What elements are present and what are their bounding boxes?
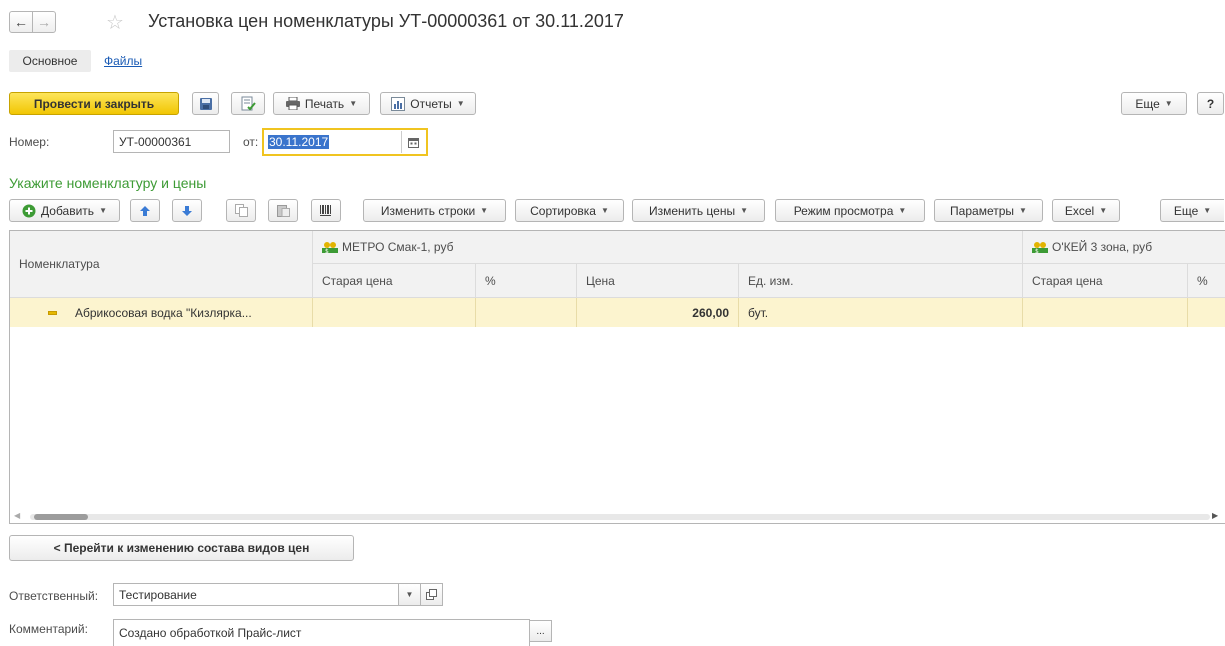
column-header-percent[interactable]: % — [1188, 264, 1225, 298]
calendar-icon[interactable] — [401, 131, 425, 153]
barcode-button[interactable] — [311, 199, 341, 222]
column-header-unit[interactable]: Ед. изм. — [739, 264, 1023, 298]
forward-button[interactable]: → — [32, 11, 56, 33]
dropdown-icon: ▼ — [1019, 206, 1027, 215]
save-icon — [199, 97, 212, 110]
tab-main[interactable]: Основное — [9, 50, 91, 72]
responsible-dropdown-button[interactable]: ▼ — [398, 583, 421, 606]
view-mode-button[interactable]: Режим просмотра ▼ — [775, 199, 925, 222]
add-button[interactable]: Добавить ▼ — [9, 199, 120, 222]
dropdown-icon: ▼ — [349, 99, 358, 108]
price-type-icon: $ — [322, 242, 338, 254]
comment-edit-button[interactable]: ... — [529, 620, 552, 642]
svg-text:$: $ — [1035, 248, 1039, 254]
dropdown-icon: ▼ — [480, 206, 489, 215]
cell-percent[interactable] — [476, 298, 577, 327]
move-down-icon — [182, 205, 192, 216]
printer-icon — [285, 97, 300, 110]
scrollbar-thumb[interactable] — [34, 514, 88, 520]
comment-field[interactable]: Создано обработкой Прайс-лист — [113, 619, 530, 646]
column-header-percent[interactable]: % — [476, 264, 577, 298]
more-button[interactable]: Еще ▼ — [1121, 92, 1187, 115]
column-header-nomenclature[interactable]: Номенклатура — [10, 231, 313, 298]
dropdown-icon: ▼ — [1203, 206, 1212, 215]
dropdown-icon: ▼ — [1164, 99, 1173, 108]
barcode-icon — [320, 205, 331, 216]
svg-text:$: $ — [325, 248, 329, 254]
dropdown-icon: ▼ — [1099, 206, 1108, 215]
number-field[interactable]: УТ-00000361 — [113, 130, 230, 153]
column-header-price[interactable]: Цена — [577, 264, 739, 298]
dropdown-icon: ▼ — [600, 206, 609, 215]
responsible-label: Ответственный: — [9, 589, 99, 603]
star-icon[interactable]: ☆ — [106, 10, 124, 35]
help-button[interactable]: ? — [1197, 92, 1224, 115]
dropdown-icon: ▼ — [405, 590, 414, 599]
price-type-icon: $ — [1032, 242, 1048, 254]
post-icon — [241, 96, 256, 110]
comment-label: Комментарий: — [9, 622, 88, 636]
reports-button[interactable]: Отчеты ▼ — [380, 92, 476, 115]
section-title: Укажите номенклатуру и цены — [9, 175, 207, 191]
goto-price-types-button[interactable]: < Перейти к изменению состава видов цен — [9, 535, 354, 561]
cell-old-price[interactable] — [313, 298, 476, 327]
open-icon — [426, 589, 437, 600]
post-button[interactable] — [231, 92, 265, 115]
back-arrow-icon: ← — [14, 14, 28, 30]
dropdown-icon: ▼ — [740, 206, 749, 215]
dropdown-icon: ▼ — [99, 206, 107, 215]
move-up-icon — [140, 205, 150, 216]
cell-unit[interactable]: бут. — [739, 298, 1023, 327]
back-button[interactable]: ← — [9, 11, 33, 33]
params-button[interactable]: Параметры ▼ — [934, 199, 1043, 222]
dropdown-icon: ▼ — [456, 99, 465, 108]
column-header-old-price[interactable]: Старая цена — [1023, 264, 1188, 298]
page-title: Установка цен номенклатуры УТ-00000361 о… — [148, 11, 624, 31]
table-more-button[interactable]: Еще ▼ — [1160, 199, 1224, 222]
cell-price[interactable]: 260,00 — [577, 298, 739, 327]
excel-button[interactable]: Excel ▼ — [1052, 199, 1120, 222]
forward-arrow-icon: → — [37, 14, 51, 30]
print-button[interactable]: Печать ▼ — [273, 92, 370, 115]
change-prices-button[interactable]: Изменить цены ▼ — [632, 199, 765, 222]
dropdown-icon: ▼ — [898, 206, 907, 215]
number-label: Номер: — [9, 135, 50, 149]
copy-button[interactable] — [226, 199, 256, 222]
table-row[interactable]: Абрикосовая водка "Кизлярка... — [10, 298, 313, 327]
responsible-open-button[interactable] — [420, 583, 443, 606]
tab-files[interactable]: Файлы — [104, 54, 142, 68]
cell-old-price-2[interactable] — [1023, 298, 1188, 327]
move-down-button[interactable] — [172, 199, 202, 222]
reports-icon — [391, 96, 406, 111]
price-group-header[interactable]: $ О'КЕЙ 3 зона, руб — [1023, 231, 1225, 264]
paste-icon — [276, 205, 290, 217]
post-and-close-button[interactable]: Провести и закрыть — [9, 92, 179, 115]
date-label: от: — [243, 135, 259, 149]
responsible-field[interactable]: Тестирование — [113, 583, 399, 606]
horizontal-scrollbar[interactable] — [30, 514, 1210, 520]
column-header-old-price[interactable]: Старая цена — [313, 264, 476, 298]
copy-icon — [234, 204, 248, 217]
scroll-left-icon[interactable]: ◀ — [14, 511, 20, 520]
save-button[interactable] — [192, 92, 219, 115]
change-rows-button[interactable]: Изменить строки ▼ — [363, 199, 506, 222]
paste-button[interactable] — [268, 199, 298, 222]
sort-button[interactable]: Сортировка ▼ — [515, 199, 624, 222]
add-icon — [22, 204, 36, 217]
prices-table[interactable]: Номенклатура $ МЕТРО Смак-1, руб $ О'КЕЙ… — [9, 230, 1225, 524]
cell-percent-2[interactable] — [1188, 298, 1225, 327]
row-marker-icon — [48, 310, 57, 315]
move-up-button[interactable] — [130, 199, 160, 222]
scroll-right-icon[interactable]: ▶ — [1212, 511, 1218, 520]
price-group-header[interactable]: $ МЕТРО Смак-1, руб — [313, 231, 1023, 264]
